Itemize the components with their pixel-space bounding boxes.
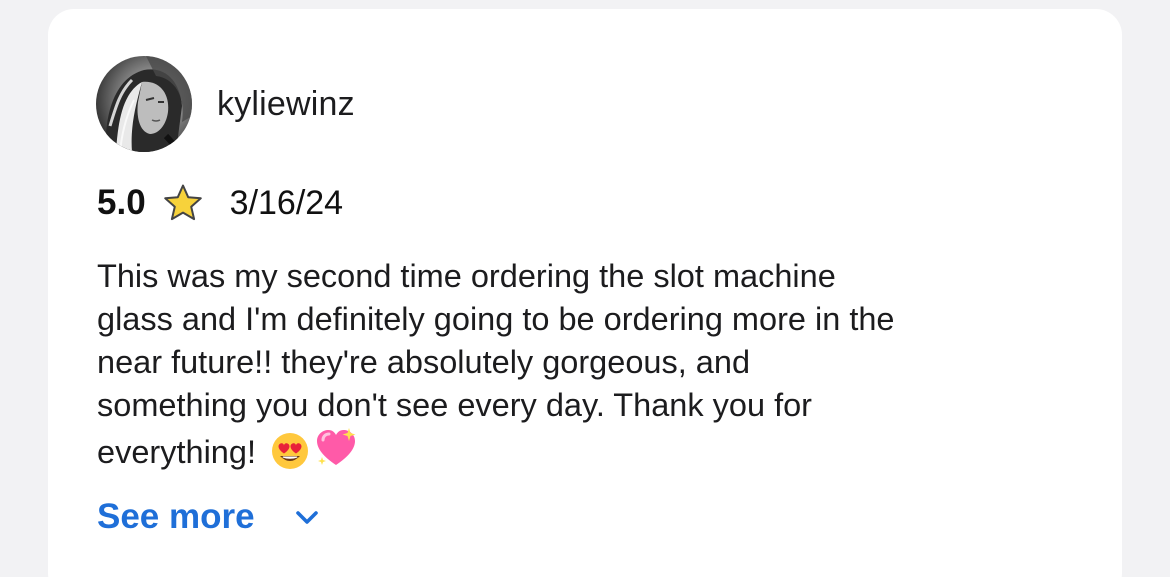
review-line: near future!! they're absolutely gorgeou… [97,344,751,380]
review-line: glass and I'm definitely going to be ord… [97,301,895,337]
sparkling-heart-icon [316,428,356,465]
see-more-button[interactable]: See more [97,497,321,537]
review-date: 3/16/24 [229,183,344,222]
avatar[interactable] [96,56,192,152]
avatar-image [96,56,192,152]
review-line-last: everything! [97,427,1087,474]
heart-eyes-face-icon [271,433,308,469]
chevron-down-icon[interactable] [293,503,321,531]
username[interactable]: kyliewinz [217,85,355,124]
review-card: kyliewinz 5.0 3/16/24 This was my second… [48,9,1122,577]
rating-row: 5.0 3/16/24 [97,181,343,225]
star-icon [163,184,202,221]
rating-value: 5.0 [97,183,146,222]
see-more-label[interactable]: See more [97,497,255,537]
review-line-text: everything! [97,434,256,470]
review-line: something you don't see every day. Thank… [97,387,812,423]
review-text: This was my second time ordering the slo… [97,255,1087,474]
review-line: This was my second time ordering the slo… [97,258,836,294]
